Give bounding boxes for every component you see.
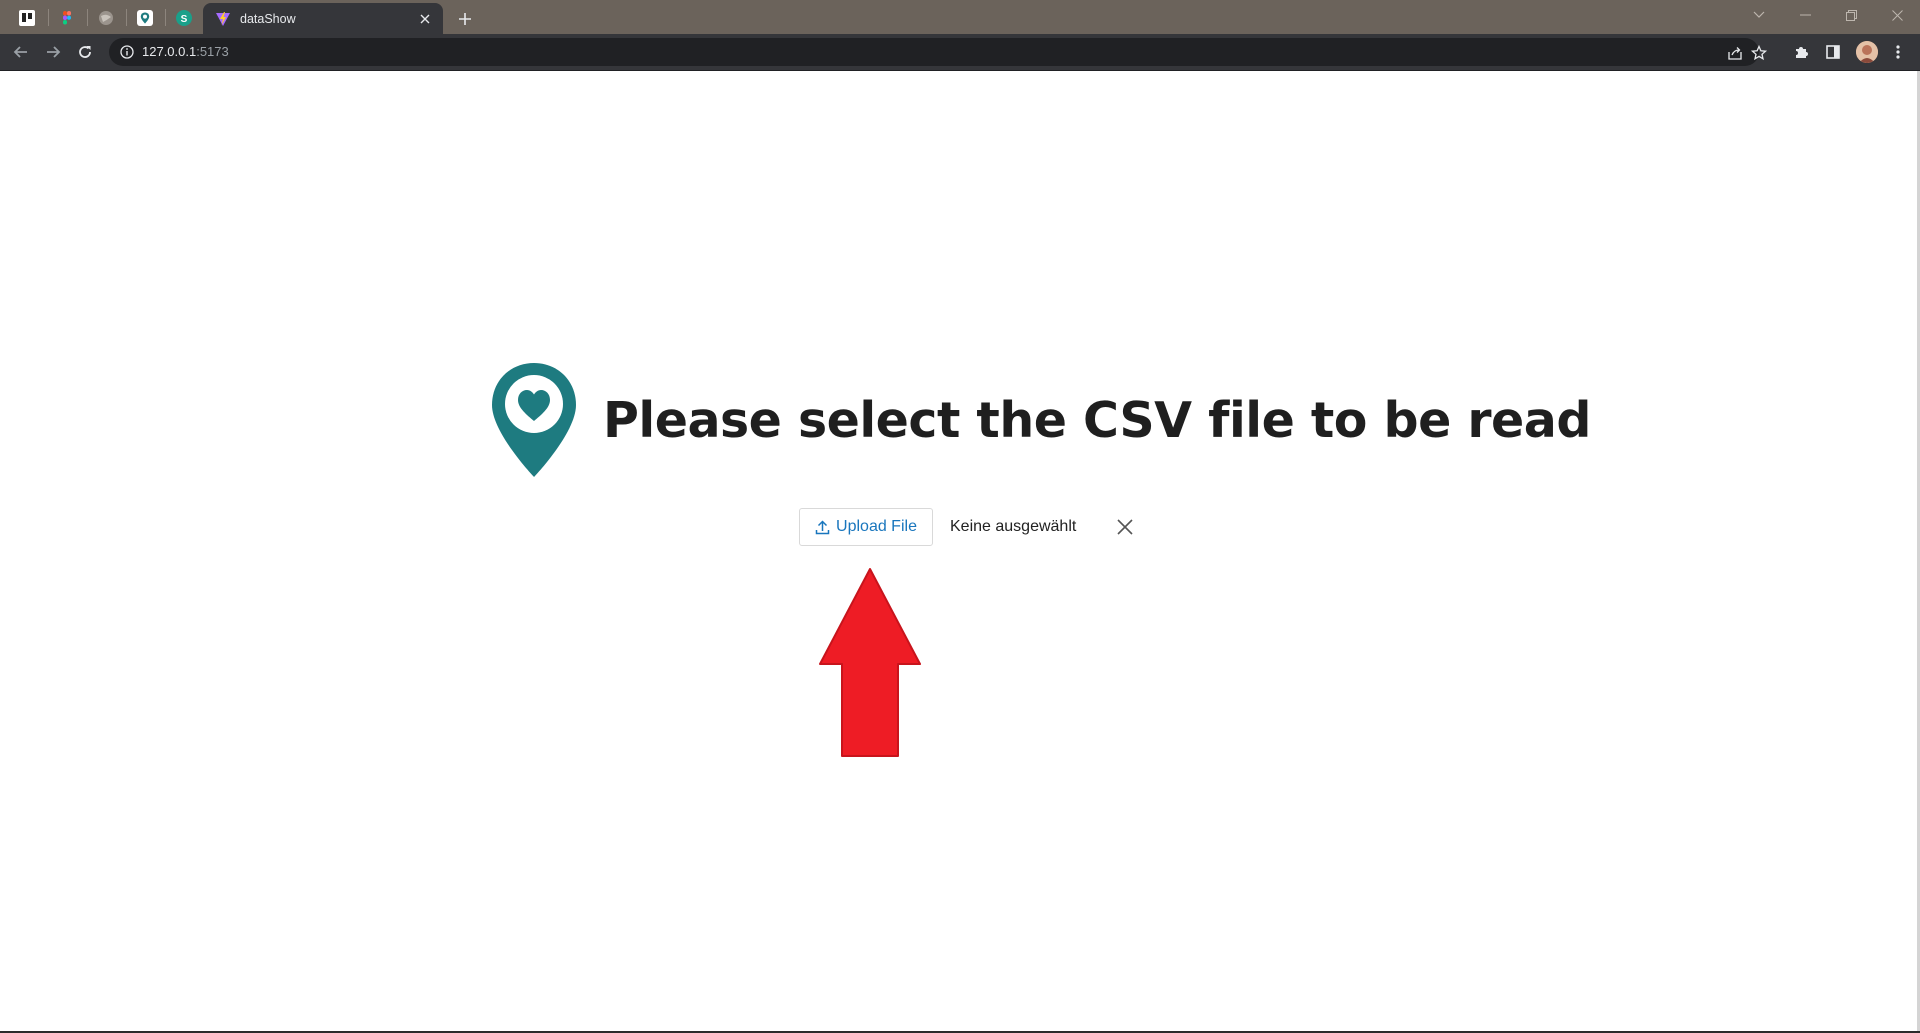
page-viewport (0, 71, 1920, 1033)
tab-title: dataShow (240, 11, 296, 26)
share-icon[interactable] (1726, 44, 1744, 62)
s-app-letter: S (181, 14, 188, 25)
extensions-puzzle-icon[interactable] (1789, 40, 1813, 64)
pinned-tab-figma[interactable] (48, 4, 86, 31)
site-info-icon[interactable] (119, 44, 135, 60)
tab-datashow[interactable]: dataShow (203, 3, 443, 34)
new-tab-plus-icon[interactable] (452, 6, 478, 32)
tab-close-icon[interactable] (417, 11, 433, 27)
figma-icon (63, 10, 71, 24)
profile-avatar-image (1856, 41, 1878, 63)
vite-favicon-icon (216, 11, 230, 26)
reload-icon[interactable] (73, 40, 97, 64)
menu-kebab-icon[interactable] (1886, 40, 1910, 64)
hero-header: Please select the CSV file to be read (491, 361, 1591, 479)
upload-file-label: Upload File (836, 518, 917, 535)
upload-icon (815, 519, 830, 534)
tab-search-chevron-icon[interactable] (1736, 0, 1782, 30)
url-text[interactable]: 127.0.0.1:5173 (142, 44, 229, 60)
side-panel-icon[interactable] (1821, 40, 1845, 64)
selected-file-status: Keine ausgewählt (950, 518, 1077, 535)
pinned-tab-globe[interactable] (87, 4, 125, 31)
trello-icon (19, 9, 35, 26)
window-close-icon[interactable] (1874, 0, 1920, 30)
back-arrow-icon[interactable] (9, 40, 33, 64)
s-app-icon: S (176, 9, 192, 26)
browser-tab-strip: S dataShow (0, 0, 1920, 34)
forward-arrow-icon[interactable] (41, 40, 65, 64)
page-title: Please select the CSV file to be read (603, 391, 1591, 449)
restore-icon[interactable] (1828, 0, 1874, 30)
address-bar[interactable]: 127.0.0.1:5173 (109, 38, 1767, 66)
red-up-arrow-annotation (819, 568, 921, 757)
pinned-tab-shield[interactable] (126, 4, 164, 31)
upload-file-button[interactable]: Upload File (799, 508, 933, 546)
clear-selection-close-icon[interactable] (1114, 516, 1136, 538)
url-port: :5173 (196, 44, 229, 59)
bookmark-star-icon[interactable] (1750, 44, 1768, 62)
profile-avatar[interactable] (1856, 41, 1878, 63)
file-upload-row: Upload File Keine ausgewählt (799, 507, 1136, 547)
map-pin-heart-icon (492, 363, 576, 477)
pinned-tab-trello[interactable] (8, 4, 46, 31)
minimize-icon[interactable] (1782, 0, 1828, 30)
pinned-tab-s-app[interactable]: S (165, 4, 203, 31)
globe-icon (99, 10, 113, 25)
url-host: 127.0.0.1 (142, 44, 197, 59)
browser-toolbar: 127.0.0.1:5173 (0, 34, 1920, 71)
shield-icon (137, 9, 153, 26)
